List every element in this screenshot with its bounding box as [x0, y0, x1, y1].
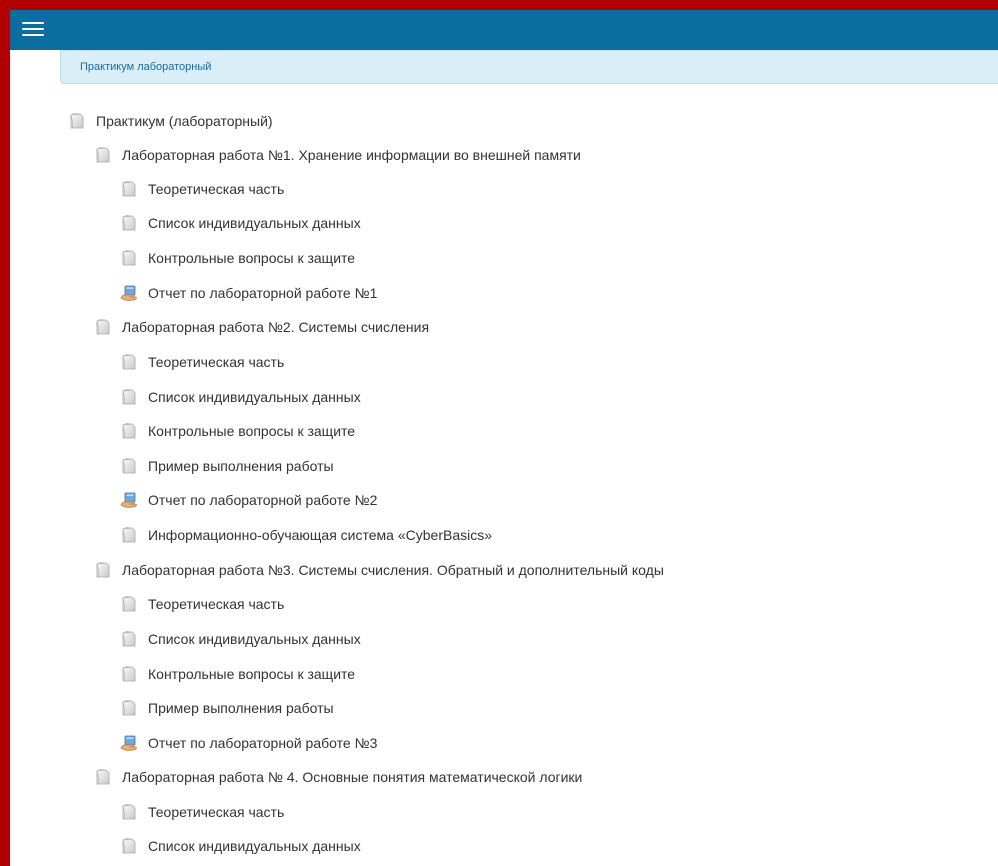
page-icon: [68, 112, 86, 130]
lab-title: Лабораторная работа №3. Системы счислени…: [122, 562, 664, 578]
tree-item[interactable]: Теоретическая часть: [120, 178, 284, 200]
tree-item[interactable]: Список индивидуальных данных: [120, 835, 361, 857]
tree-root-label: Практикум (лабораторный): [96, 113, 273, 129]
page-icon: [94, 561, 112, 579]
tree-item[interactable]: Отчет по лабораторной работе №1: [120, 282, 377, 304]
tree-item-label: Теоретическая часть: [148, 596, 285, 612]
page-icon: [120, 665, 138, 683]
lab-3[interactable]: Лабораторная работа №3. Системы счислени…: [94, 559, 664, 581]
page-icon: [120, 803, 138, 821]
tree-item-label: Пример выполнения работы: [148, 700, 334, 716]
tree-item-label: Теоретическая часть: [148, 181, 285, 197]
page-icon: [120, 353, 138, 371]
tree-item[interactable]: Список индивидуальных данных: [120, 212, 361, 234]
tree-item-label: Отчет по лабораторной работе №2: [148, 492, 378, 508]
lab-2[interactable]: Лабораторная работа №2. Системы счислени…: [94, 316, 429, 338]
breadcrumb-link[interactable]: Практикум лабораторный: [80, 61, 211, 73]
tree-item-label: Список индивидуальных данных: [148, 631, 361, 647]
page-icon: [120, 249, 138, 267]
top-navbar: [10, 10, 998, 50]
assignment-hand-icon: [120, 284, 138, 302]
page-icon: [94, 768, 112, 786]
breadcrumb: Практикум лабораторный: [60, 50, 998, 84]
page-icon: [120, 457, 138, 475]
tree-item-label: Отчет по лабораторной работе №3: [148, 735, 378, 751]
tree-item[interactable]: Отчет по лабораторной работе №3: [120, 732, 377, 754]
tree-item[interactable]: Отчет по лабораторной работе №2: [120, 489, 377, 511]
tree-item-label: Информационно-обучающая система «CyberBa…: [148, 527, 492, 543]
page-icon: [120, 214, 138, 232]
page-icon: [120, 630, 138, 648]
page-icon: [94, 146, 112, 164]
lab-1[interactable]: Лабораторная работа №1. Хранение информа…: [94, 144, 581, 166]
tree-item-label: Пример выполнения работы: [148, 458, 334, 474]
tree-item-label: Список индивидуальных данных: [148, 215, 361, 231]
tree-item[interactable]: Список индивидуальных данных: [120, 386, 361, 408]
page-icon: [94, 318, 112, 336]
tree-item[interactable]: Список индивидуальных данных: [120, 628, 361, 650]
page-icon: [120, 388, 138, 406]
tree-item[interactable]: Теоретическая часть: [120, 593, 284, 615]
tree-item-label: Список индивидуальных данных: [148, 838, 361, 854]
tree-item-label: Контрольные вопросы к защите: [148, 666, 356, 682]
page-icon: [120, 422, 138, 440]
lab-4[interactable]: Лабораторная работа № 4. Основные поняти…: [94, 766, 582, 788]
tree-item[interactable]: Теоретическая часть: [120, 351, 284, 373]
assignment-hand-icon: [120, 491, 138, 509]
page-icon: [120, 595, 138, 613]
page-icon: [120, 837, 138, 855]
tree-item[interactable]: Информационно-обучающая система «CyberBa…: [120, 524, 492, 546]
tree-item-label: Теоретическая часть: [148, 354, 285, 370]
tree-item[interactable]: Контрольные вопросы к защите: [120, 247, 355, 269]
hamburger-icon[interactable]: [22, 20, 44, 38]
page-icon: [120, 699, 138, 717]
tree-root[interactable]: Практикум (лабораторный): [68, 110, 273, 132]
page-icon: [120, 180, 138, 198]
tree-item[interactable]: Контрольные вопросы к защите: [120, 420, 355, 442]
tree-item-label: Список индивидуальных данных: [148, 389, 361, 405]
tree-item[interactable]: Пример выполнения работы: [120, 455, 334, 477]
tree-item-label: Отчет по лабораторной работе №1: [148, 285, 378, 301]
page-icon: [120, 526, 138, 544]
lab-title: Лабораторная работа № 4. Основные поняти…: [122, 769, 583, 785]
tree-item[interactable]: Контрольные вопросы к защите: [120, 663, 355, 685]
tree-item-label: Теоретическая часть: [148, 804, 285, 820]
lab-title: Лабораторная работа №1. Хранение информа…: [122, 147, 581, 163]
tree-item-label: Контрольные вопросы к защите: [148, 250, 356, 266]
lab-title: Лабораторная работа №2. Системы счислени…: [122, 319, 430, 335]
assignment-hand-icon: [120, 734, 138, 752]
tree-item-label: Контрольные вопросы к защите: [148, 423, 356, 439]
tree-item[interactable]: Теоретическая часть: [120, 801, 284, 823]
tree-item[interactable]: Пример выполнения работы: [120, 697, 334, 719]
